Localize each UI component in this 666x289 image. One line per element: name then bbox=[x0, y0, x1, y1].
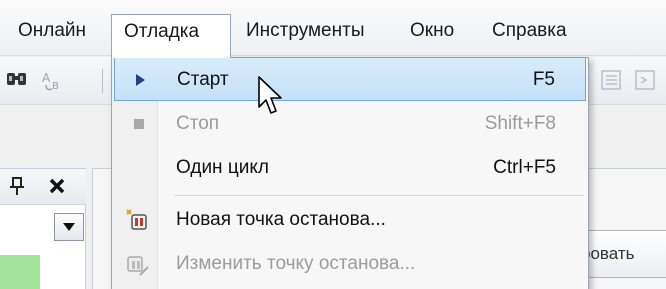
panel-header bbox=[0, 169, 86, 205]
menu-bar: Онлайн Отладка Инструменты Окно Справка bbox=[0, 0, 666, 58]
stop-icon bbox=[134, 119, 144, 129]
menu-item-start[interactable]: Старт F5 bbox=[114, 57, 586, 101]
new-breakpoint-icon bbox=[126, 209, 147, 230]
menu-item-label: Один цикл bbox=[176, 157, 269, 178]
outdent-icon[interactable] bbox=[632, 67, 658, 93]
mouse-cursor-icon bbox=[258, 76, 282, 114]
close-icon[interactable] bbox=[46, 175, 68, 197]
toolbar-separator bbox=[102, 69, 103, 93]
chevron-down-icon bbox=[63, 223, 75, 231]
menu-debug[interactable]: Отладка bbox=[111, 14, 231, 58]
panel-dropdown-button[interactable] bbox=[54, 213, 84, 241]
menu-help[interactable]: Справка bbox=[484, 14, 575, 50]
status-indicator bbox=[0, 255, 40, 289]
menu-item-new-breakpoint[interactable]: Новая точка останова... bbox=[114, 198, 586, 242]
play-icon bbox=[136, 74, 145, 86]
menu-separator bbox=[174, 195, 584, 196]
left-panel bbox=[0, 168, 86, 289]
indent-icon[interactable] bbox=[598, 67, 624, 93]
menu-item-stop[interactable]: Стоп Shift+F8 bbox=[114, 102, 586, 146]
menu-item-single-cycle[interactable]: Один цикл Ctrl+F5 bbox=[114, 146, 586, 190]
replace-icon[interactable]: A B bbox=[40, 67, 66, 93]
debug-dropdown-menu: Старт F5 Стоп Shift+F8 Один цикл Ctrl+F5… bbox=[111, 57, 589, 289]
menu-window[interactable]: Окно bbox=[402, 14, 462, 50]
menu-item-label: Стоп bbox=[176, 113, 220, 134]
find-icon[interactable] bbox=[4, 67, 30, 93]
menu-item-edit-breakpoint[interactable]: Изменить точку останова... bbox=[114, 242, 586, 286]
edit-breakpoint-icon bbox=[127, 256, 149, 276]
menu-tools[interactable]: Инструменты bbox=[238, 14, 372, 50]
menu-item-shortcut: Ctrl+F5 bbox=[493, 157, 556, 178]
svg-text:A: A bbox=[42, 71, 51, 85]
menu-item-label: Новая точка останова... bbox=[176, 209, 386, 230]
menu-item-label: Старт bbox=[177, 69, 229, 90]
menu-item-label: Изменить точку останова... bbox=[176, 253, 416, 274]
menu-item-shortcut: Shift+F8 bbox=[484, 113, 556, 134]
pin-icon[interactable] bbox=[6, 175, 28, 197]
menu-item-shortcut: F5 bbox=[532, 69, 555, 90]
svg-text:B: B bbox=[52, 81, 59, 92]
menu-online[interactable]: Онлайн bbox=[10, 14, 94, 50]
